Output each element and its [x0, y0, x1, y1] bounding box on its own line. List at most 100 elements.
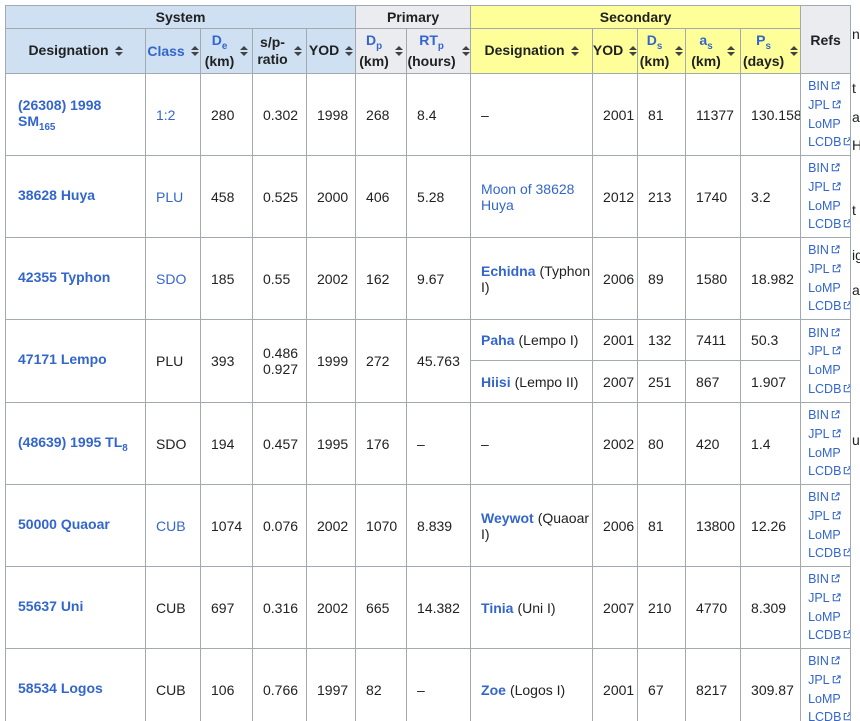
group-header-system: System: [6, 6, 356, 29]
ref-link-lcdb[interactable]: LCDB: [808, 708, 848, 721]
dp-cell: 162: [356, 238, 407, 320]
column-header-rtp[interactable]: RTp(hours): [407, 29, 471, 74]
column-header-dp[interactable]: Dp(km): [356, 29, 407, 74]
sort-icon[interactable]: [115, 46, 123, 56]
column-header-class[interactable]: Class: [146, 29, 201, 74]
ref-link-lomp[interactable]: LoMP: [808, 526, 848, 545]
class-link[interactable]: SDO: [156, 271, 186, 287]
ref-link-bin[interactable]: BIN: [808, 406, 848, 425]
ref-link-jpl[interactable]: JPL: [808, 178, 848, 197]
column-header-sp-ratio[interactable]: s/p-ratio: [253, 29, 307, 74]
ref-link-jpl[interactable]: JPL: [808, 260, 848, 279]
table-row: (48639) 1995 TL8 SDO 194 0.457 1995 176 …: [6, 403, 851, 485]
ref-link-lcdb[interactable]: LCDB: [808, 133, 848, 152]
system-designation-link[interactable]: 50000 Quaoar: [18, 516, 110, 532]
sort-icon[interactable]: [571, 46, 579, 56]
secondary-designation-link[interactable]: Hiisi: [481, 374, 511, 390]
ref-link-lomp[interactable]: LoMP: [808, 361, 848, 380]
ref-link-bin[interactable]: BIN: [808, 324, 848, 343]
secondary-designation-cell: –: [471, 74, 593, 156]
ref-link-bin[interactable]: BIN: [808, 652, 848, 671]
system-designation-link[interactable]: 42355 Typhon: [18, 269, 110, 285]
ds-cell: 67: [638, 649, 686, 721]
ref-link-jpl[interactable]: JPL: [808, 507, 848, 526]
ref-link-bin[interactable]: BIN: [808, 488, 848, 507]
rtp-cell: 9.67: [407, 238, 471, 320]
column-header-de[interactable]: De(km): [201, 29, 253, 74]
yod-cell: 2002: [307, 238, 356, 320]
system-designation-link[interactable]: 38628 Huya: [18, 187, 95, 203]
sort-icon[interactable]: [675, 46, 683, 56]
ref-link-lcdb[interactable]: LCDB: [808, 215, 848, 234]
sort-icon[interactable]: [240, 46, 248, 56]
sort-icon[interactable]: [790, 46, 798, 56]
secondary-designation-link[interactable]: Moon of 38628 Huya: [481, 181, 574, 213]
ds-cell: 81: [638, 485, 686, 567]
column-header-secondary-designation[interactable]: Designation: [471, 29, 593, 74]
class-link[interactable]: PLU: [156, 189, 183, 205]
sort-icon[interactable]: [395, 46, 403, 56]
ref-link-lomp[interactable]: LoMP: [808, 279, 848, 298]
class-link[interactable]: 1:2: [156, 107, 175, 123]
ref-link-lomp[interactable]: LoMP: [808, 444, 848, 463]
ref-link-jpl[interactable]: JPL: [808, 342, 848, 361]
class-cell: 1:2: [146, 74, 201, 156]
column-header-yod[interactable]: YOD: [307, 29, 356, 74]
class-header-link[interactable]: Class: [147, 43, 184, 59]
yod-cell: 1997: [307, 649, 356, 721]
sort-icon[interactable]: [191, 46, 199, 56]
as-header-link[interactable]: as: [699, 32, 712, 48]
ref-link-jpl[interactable]: JPL: [808, 96, 848, 115]
ps-cell: 18.982: [741, 238, 801, 320]
column-header-ds[interactable]: Ds(km): [638, 29, 686, 74]
ref-link-bin[interactable]: BIN: [808, 77, 848, 96]
ref-link-lcdb[interactable]: LCDB: [808, 462, 848, 481]
dp-header-link[interactable]: Dp: [366, 32, 382, 48]
ps-header-link[interactable]: Ps: [756, 32, 771, 48]
ref-link-lcdb[interactable]: LCDB: [808, 626, 848, 645]
class-link[interactable]: CUB: [156, 518, 186, 534]
column-header-ps[interactable]: Ps(days): [741, 29, 801, 74]
secondary-designation-link[interactable]: Weywot: [481, 510, 534, 526]
sort-icon[interactable]: [727, 46, 735, 56]
ref-link-lcdb[interactable]: LCDB: [808, 380, 848, 399]
secondary-designation-link[interactable]: Zoe: [481, 682, 506, 698]
ref-link-lcdb[interactable]: LCDB: [808, 297, 848, 316]
secondary-designation-cell: Weywot(Quaoar I): [471, 485, 593, 567]
rtp-header-link[interactable]: RTp: [419, 32, 444, 48]
ref-link-lomp[interactable]: LoMP: [808, 115, 848, 134]
secondary-designation-link[interactable]: Paha: [481, 332, 514, 348]
de-header-link[interactable]: De: [212, 32, 228, 48]
ref-link-lomp[interactable]: LoMP: [808, 197, 848, 216]
table-row: 38628 Huya PLU 458 0.525 2000 406 5.28 M…: [6, 156, 851, 238]
column-header-as[interactable]: as(km): [686, 29, 741, 74]
ref-link-bin[interactable]: BIN: [808, 159, 848, 178]
column-header-designation[interactable]: Designation: [6, 29, 146, 74]
secondary-yod-cell: 2001: [593, 320, 638, 361]
sort-icon[interactable]: [294, 46, 302, 56]
ds-header-link[interactable]: Ds: [647, 32, 663, 48]
system-designation-link[interactable]: (26308) 1998 SM165: [18, 97, 101, 129]
ref-link-jpl[interactable]: JPL: [808, 425, 848, 444]
secondary-designation-link[interactable]: Echidna: [481, 263, 535, 279]
sort-icon[interactable]: [629, 46, 637, 56]
sort-icon[interactable]: [345, 46, 353, 56]
ref-link-lomp[interactable]: LoMP: [808, 690, 848, 709]
ref-link-lomp[interactable]: LoMP: [808, 608, 848, 627]
ref-link-jpl[interactable]: JPL: [808, 671, 848, 690]
class-cell: PLU: [146, 320, 201, 403]
external-link-icon: [832, 100, 841, 109]
system-designation-link[interactable]: 55637 Uni: [18, 598, 83, 614]
ds-cell: 132: [638, 320, 686, 361]
ref-link-bin[interactable]: BIN: [808, 241, 848, 260]
group-header-primary: Primary: [356, 6, 471, 29]
system-designation-link[interactable]: (48639) 1995 TL8: [18, 434, 128, 450]
ref-link-jpl[interactable]: JPL: [808, 589, 848, 608]
system-designation-link[interactable]: 47171 Lempo: [18, 351, 107, 367]
sort-icon[interactable]: [462, 46, 470, 56]
ref-link-bin[interactable]: BIN: [808, 570, 848, 589]
column-header-secondary-yod[interactable]: YOD: [593, 29, 638, 74]
ref-link-lcdb[interactable]: LCDB: [808, 544, 848, 563]
secondary-designation-link[interactable]: Tinia: [481, 600, 513, 616]
system-designation-link[interactable]: 58534 Logos: [18, 680, 103, 696]
